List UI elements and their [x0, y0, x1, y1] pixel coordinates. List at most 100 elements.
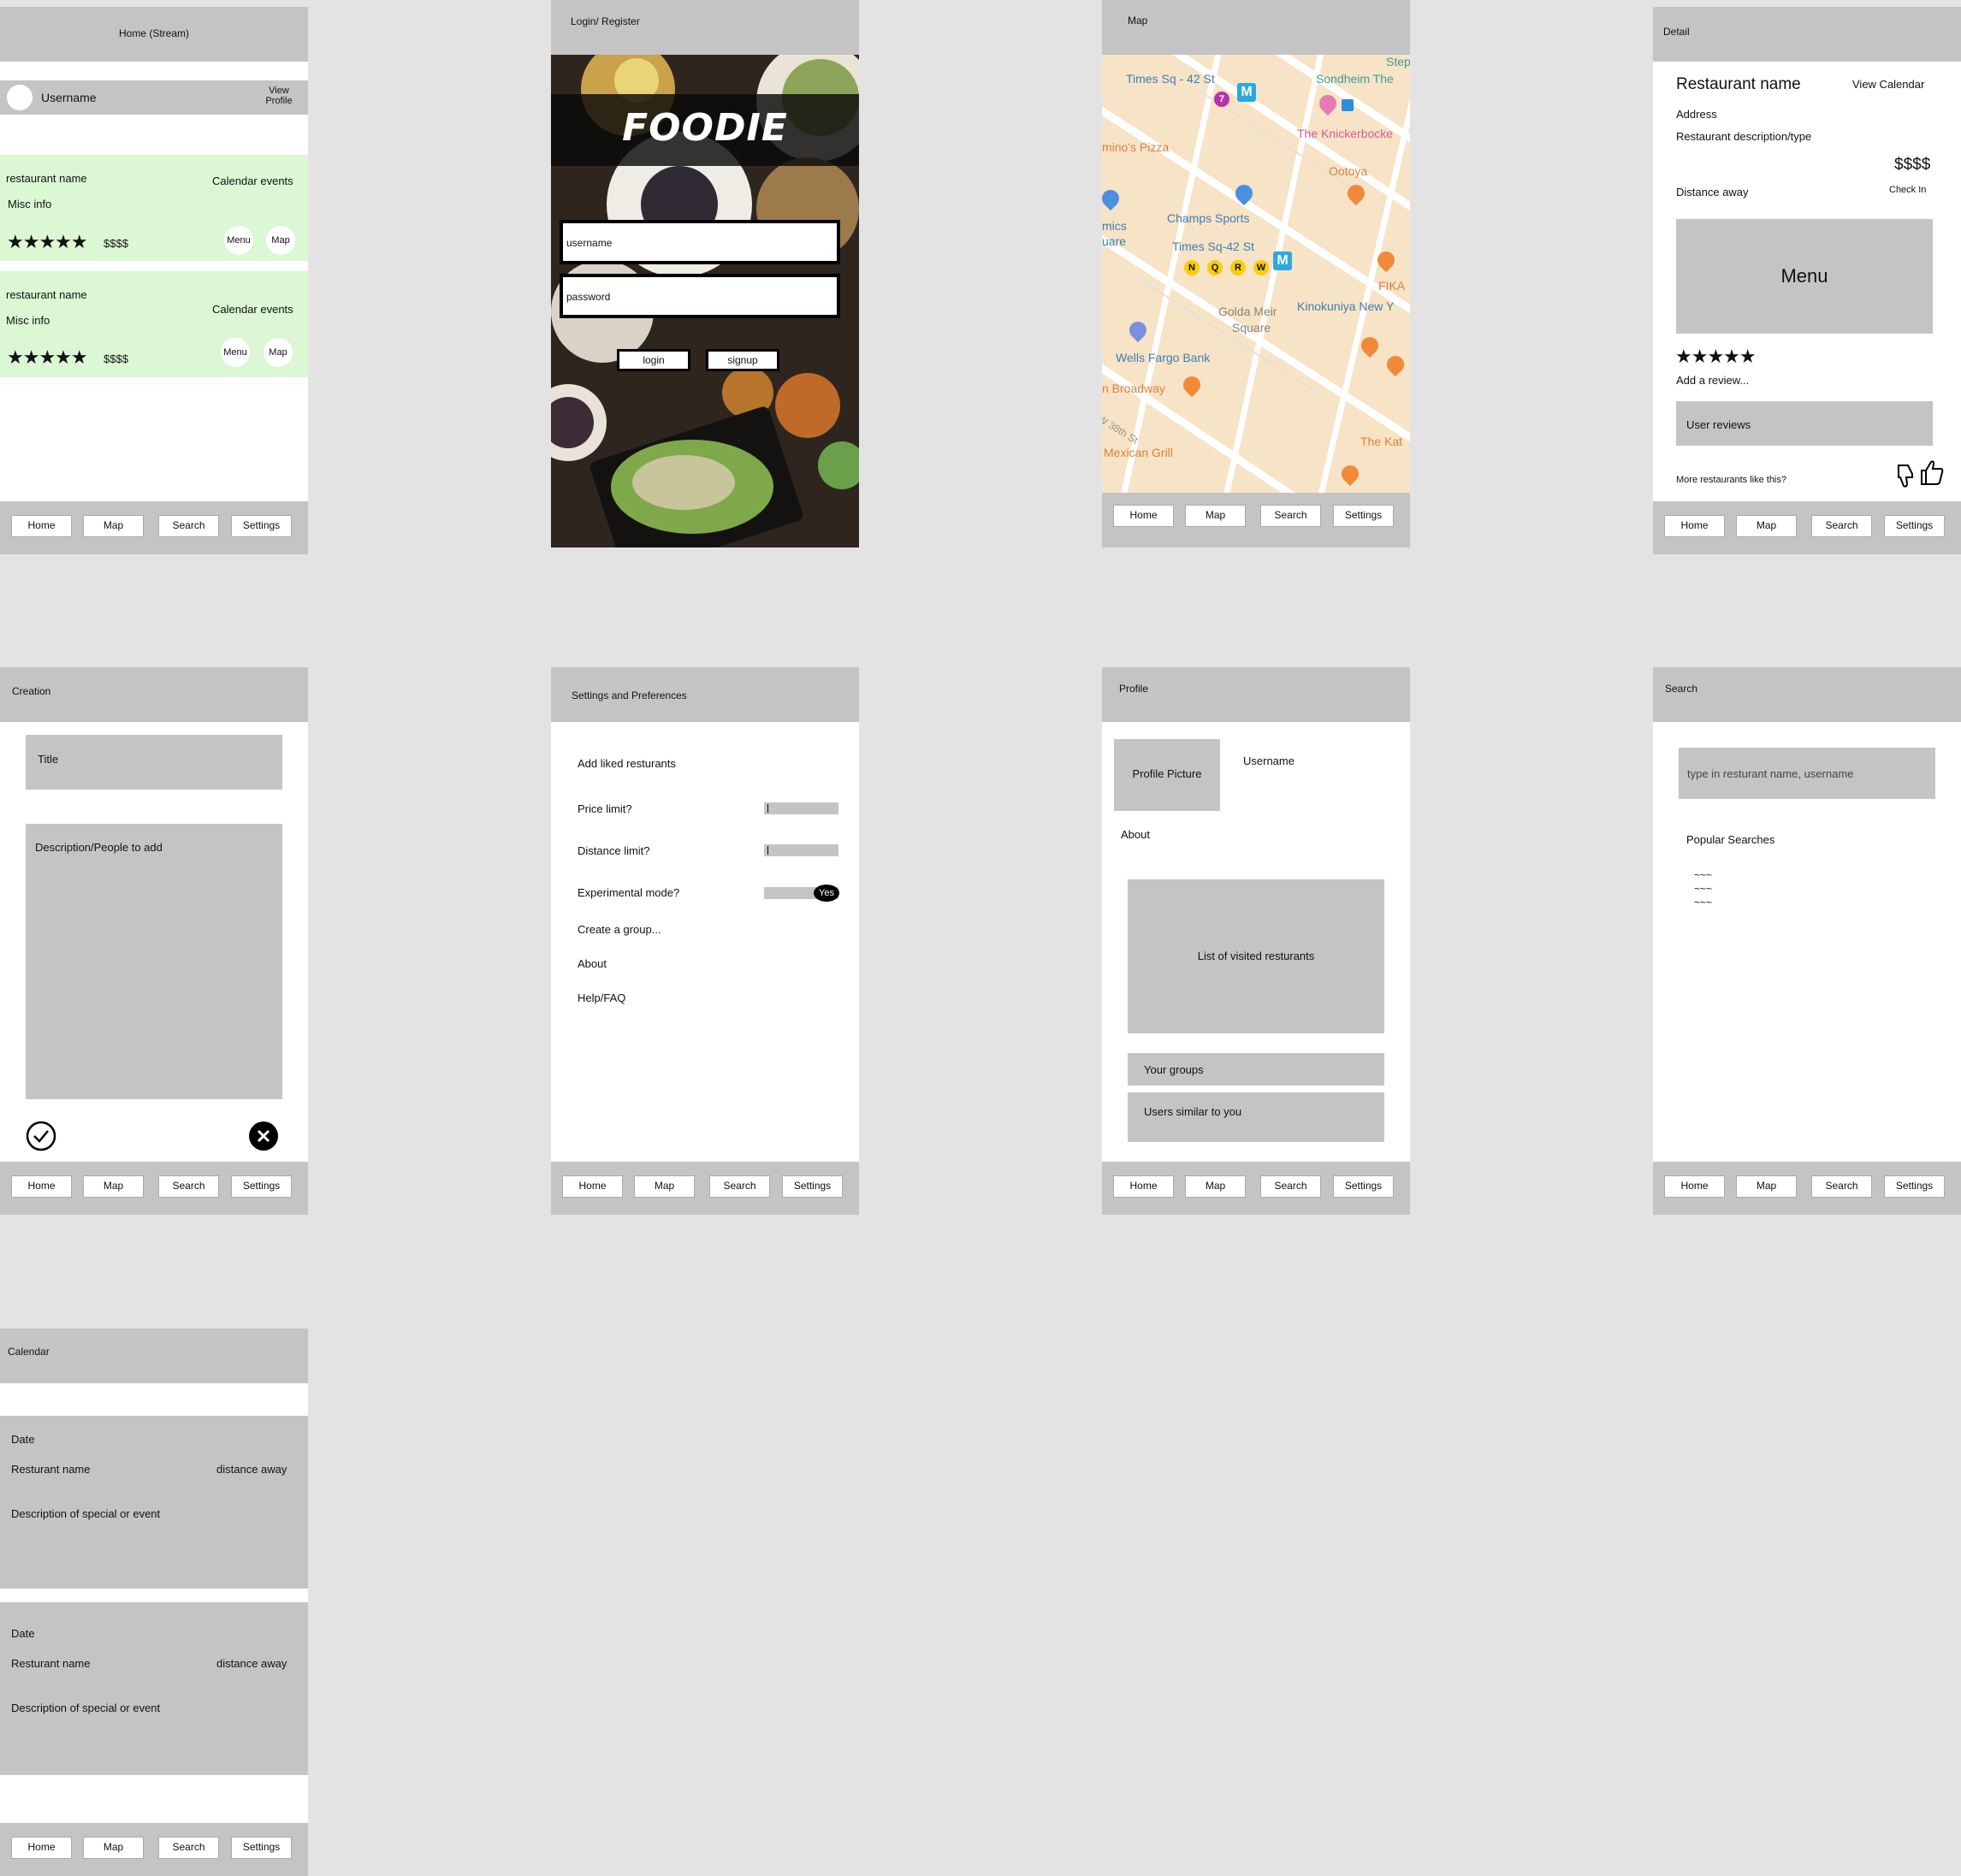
map-label: mics	[1102, 219, 1127, 233]
similar-users-panel[interactable]: Users similar to you	[1128, 1092, 1384, 1142]
your-groups-panel[interactable]: Your groups	[1128, 1053, 1384, 1086]
description-input[interactable]: Description/People to add	[26, 824, 282, 1099]
nav-map[interactable]: Map	[83, 1837, 144, 1859]
password-input[interactable]: password	[560, 274, 840, 318]
cancel-x-icon[interactable]	[248, 1121, 279, 1151]
line-badge: R	[1230, 260, 1246, 275]
thumbs-up-icon[interactable]	[1919, 459, 1945, 486]
map-label: Champs Sports	[1167, 211, 1250, 225]
menu-panel[interactable]: Menu	[1676, 219, 1933, 334]
settings-screen: Settings and Preferences Add liked restu…	[551, 667, 859, 1215]
nav-map[interactable]: Map	[83, 515, 144, 537]
help-faq-link[interactable]: Help/FAQ	[578, 991, 625, 1004]
nav-map[interactable]: Map	[1736, 1175, 1797, 1198]
rating-stars[interactable]: ★★★★★	[1675, 346, 1757, 368]
nav-search[interactable]: Search	[158, 1175, 219, 1198]
map-view[interactable]: Times Sq - 42 St Sondheim The Step The K…	[1102, 55, 1410, 494]
distance-limit-slider[interactable]	[764, 844, 838, 856]
popular-search-item[interactable]: ~~~	[1694, 869, 1712, 881]
calendar-event[interactable]: Date Resturant name distance away Descri…	[0, 1602, 308, 1775]
screen-title: Search	[1665, 683, 1698, 695]
nav-search[interactable]: Search	[1811, 515, 1872, 537]
nav-map[interactable]: Map	[1185, 505, 1246, 527]
nav-home[interactable]: Home	[1664, 1175, 1725, 1198]
nav-home[interactable]: Home	[11, 515, 72, 537]
about-label: About	[1121, 828, 1150, 841]
popular-search-item[interactable]: ~~~	[1694, 897, 1712, 908]
slider-handle[interactable]	[767, 846, 768, 855]
price-limit-slider[interactable]	[764, 802, 838, 814]
nav-settings[interactable]: Settings	[782, 1175, 843, 1198]
header: Detail	[1653, 7, 1961, 62]
nav-settings[interactable]: Settings	[231, 1175, 292, 1198]
bottom-nav: Home Map Search Settings	[551, 1162, 859, 1215]
nav-settings[interactable]: Settings	[1333, 505, 1394, 527]
nav-settings[interactable]: Settings	[1884, 1175, 1945, 1198]
bottom-nav: Home Map Search Settings	[1653, 501, 1961, 554]
slider-handle[interactable]	[767, 804, 768, 813]
nav-map[interactable]: Map	[83, 1175, 144, 1198]
add-liked-restaurants[interactable]: Add liked resturants	[578, 757, 676, 770]
calendar-events-link[interactable]: Calendar events	[212, 175, 293, 187]
nav-map[interactable]: Map	[1185, 1175, 1246, 1198]
experimental-mode-toggle[interactable]: Yes	[764, 885, 839, 902]
view-calendar-link[interactable]: View Calendar	[1852, 78, 1924, 91]
profile-picture-label: Profile Picture	[1132, 767, 1202, 780]
map-button[interactable]: Map	[264, 338, 293, 367]
restaurant-card[interactable]: restaurant name Calendar events Misc inf…	[0, 155, 308, 261]
nav-settings[interactable]: Settings	[1333, 1175, 1394, 1198]
nav-map[interactable]: Map	[1736, 515, 1797, 537]
toggle-knob[interactable]: Yes	[814, 885, 839, 902]
nav-home[interactable]: Home	[1664, 515, 1725, 537]
event-date: Date	[11, 1433, 35, 1446]
nav-home[interactable]: Home	[11, 1175, 72, 1198]
nav-home[interactable]: Home	[562, 1175, 623, 1198]
calendar-events-link[interactable]: Calendar events	[212, 303, 293, 316]
create-group-link[interactable]: Create a group...	[578, 923, 661, 936]
view-profile-link[interactable]: View Profile	[260, 86, 298, 106]
map-label: uare	[1102, 234, 1127, 248]
nav-settings[interactable]: Settings	[231, 515, 292, 537]
popular-search-item[interactable]: ~~~	[1694, 883, 1712, 895]
check-in-button[interactable]: Check In	[1889, 185, 1926, 195]
login-button[interactable]: login	[617, 349, 690, 371]
distance-away: Distance away	[1676, 186, 1749, 198]
more-restaurants-link[interactable]: More restaurants like this?	[1676, 475, 1786, 485]
confirm-check-icon[interactable]	[26, 1121, 56, 1151]
calendar-event[interactable]: Date Resturant name distance away Descri…	[0, 1416, 308, 1589]
subway-icon[interactable]: M	[1273, 252, 1292, 270]
nav-map[interactable]: Map	[634, 1175, 695, 1198]
nav-search[interactable]: Search	[1260, 1175, 1321, 1198]
about-link[interactable]: About	[578, 957, 607, 970]
nav-home[interactable]: Home	[1113, 505, 1174, 527]
nav-settings[interactable]: Settings	[1884, 515, 1945, 537]
nav-settings[interactable]: Settings	[231, 1837, 292, 1859]
title-input[interactable]: Title	[26, 735, 282, 790]
menu-button[interactable]: Menu	[221, 338, 250, 367]
nav-home[interactable]: Home	[11, 1837, 72, 1859]
nav-home[interactable]: Home	[1113, 1175, 1174, 1198]
profile-picture[interactable]: Profile Picture	[1114, 739, 1220, 811]
nav-search[interactable]: Search	[1811, 1175, 1872, 1198]
map-label: The Knickerbocke	[1297, 127, 1394, 140]
map-button[interactable]: Map	[266, 226, 295, 255]
username-input[interactable]: username	[560, 220, 840, 264]
nav-search[interactable]: Search	[158, 1837, 219, 1859]
avatar[interactable]	[7, 85, 33, 110]
nav-search[interactable]: Search	[1260, 505, 1321, 527]
rating-stars: ★★★★★	[7, 231, 88, 252]
thumbs-down-icon[interactable]	[1895, 464, 1916, 489]
menu-button[interactable]: Menu	[224, 226, 253, 255]
nav-search[interactable]: Search	[158, 515, 219, 537]
visited-label: List of visited resturants	[1197, 950, 1315, 962]
search-input[interactable]: type in resturant name, username	[1679, 748, 1935, 799]
signup-button[interactable]: signup	[706, 349, 779, 371]
restaurant-card[interactable]: restaurant name Calendar events Misc inf…	[0, 271, 308, 377]
screen-title: Creation	[12, 685, 51, 697]
nav-search[interactable]: Search	[709, 1175, 770, 1198]
user-reviews-panel[interactable]: User reviews	[1676, 401, 1933, 446]
subway-icon[interactable]: M	[1237, 83, 1256, 102]
map-label: Times Sq - 42 St	[1126, 72, 1215, 86]
visited-restaurants-list[interactable]: List of visited resturants	[1128, 879, 1384, 1033]
add-review-link[interactable]: Add a review...	[1676, 374, 1749, 387]
